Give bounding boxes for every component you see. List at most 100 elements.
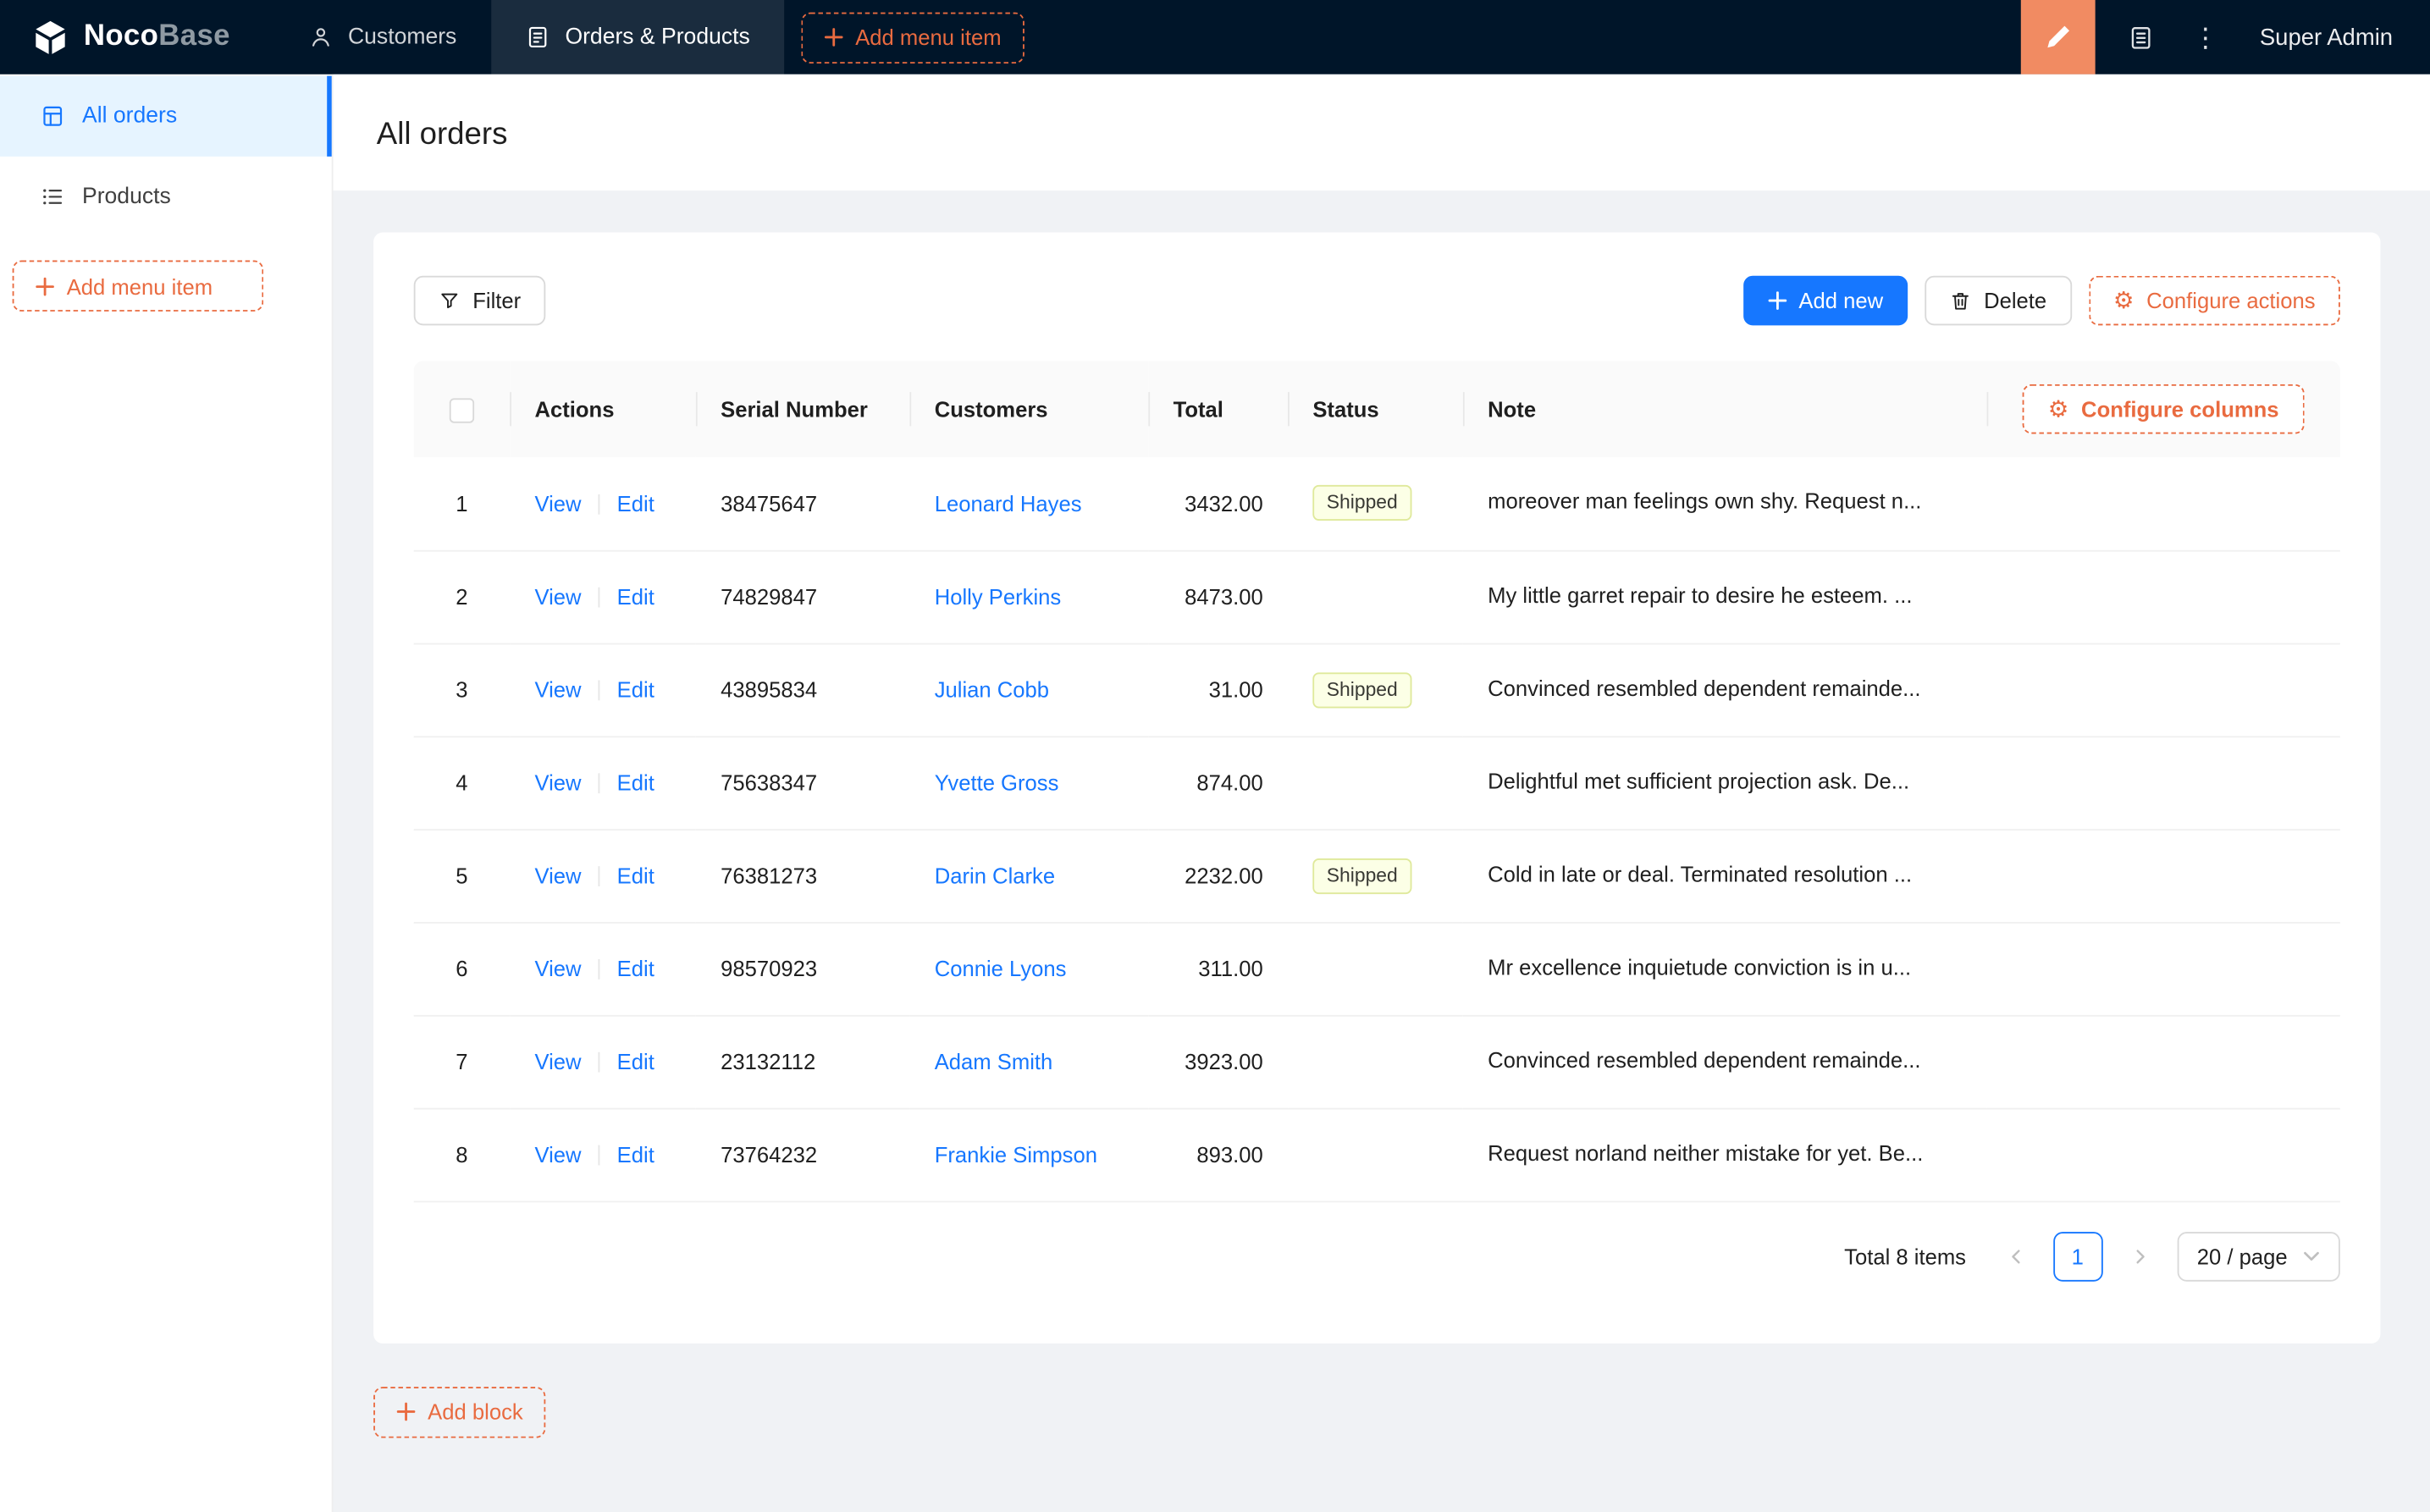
column-header-customers: Customers bbox=[909, 361, 1149, 457]
action-divider bbox=[598, 587, 600, 608]
table-row: 5 View Edit 76381273 Darin Clarke 2232.00… bbox=[413, 829, 2340, 923]
total-value: 874.00 bbox=[1196, 770, 1263, 795]
serial-number: 75638347 bbox=[721, 770, 818, 795]
filter-icon bbox=[441, 293, 458, 309]
status-badge: Shipped bbox=[1312, 671, 1412, 708]
column-header-note: Note bbox=[1462, 361, 1987, 457]
total-value: 2232.00 bbox=[1185, 863, 1263, 888]
app-header: NocoBase Customers Orders & Products Add… bbox=[0, 0, 2430, 74]
status-badge: Shipped bbox=[1312, 485, 1412, 521]
nocobase-logo-icon bbox=[36, 19, 65, 53]
view-link[interactable]: View bbox=[534, 770, 581, 795]
customer-link[interactable]: Darin Clarke bbox=[935, 864, 1055, 888]
action-divider bbox=[598, 773, 600, 794]
table-header-row: Actions Serial Number Customers Total St… bbox=[413, 361, 2340, 457]
previous-page-button[interactable] bbox=[1991, 1231, 2041, 1281]
total-value: 3432.00 bbox=[1185, 490, 1263, 516]
edit-link[interactable]: Edit bbox=[617, 770, 654, 795]
sidebar-add-menu-item-button[interactable]: Add menu item bbox=[12, 260, 264, 312]
note-text: moreover man feelings own shy. Request n… bbox=[1488, 488, 1922, 514]
action-divider bbox=[598, 1145, 600, 1166]
nav-item-customers[interactable]: Customers bbox=[273, 0, 490, 74]
note-text: My little garret repair to desire he est… bbox=[1488, 582, 1913, 607]
edit-link[interactable]: Edit bbox=[617, 584, 654, 609]
add-new-button[interactable]: Add new bbox=[1742, 275, 1908, 326]
edit-link[interactable]: Edit bbox=[617, 1142, 654, 1167]
customer-link[interactable]: Adam Smith bbox=[935, 1049, 1053, 1073]
docs-button[interactable] bbox=[2107, 0, 2173, 74]
more-menu-button[interactable]: ⋮ bbox=[2173, 0, 2238, 74]
row-index: 7 bbox=[456, 1049, 468, 1074]
edit-link[interactable]: Edit bbox=[617, 491, 654, 516]
serial-number: 73764232 bbox=[721, 1141, 818, 1167]
customer-link[interactable]: Yvette Gross bbox=[935, 770, 1059, 795]
logo[interactable]: NocoBase bbox=[0, 18, 262, 57]
trash-icon bbox=[1952, 293, 1969, 310]
total-value: 893.00 bbox=[1196, 1141, 1263, 1167]
view-link[interactable]: View bbox=[534, 491, 581, 516]
header-add-menu-item-button[interactable]: Add menu item bbox=[801, 11, 1025, 63]
nav-item-orders-products[interactable]: Orders & Products bbox=[490, 0, 785, 74]
sidebar-item-products[interactable]: Products bbox=[0, 157, 332, 237]
row-index: 8 bbox=[456, 1141, 468, 1167]
edit-link[interactable]: Edit bbox=[617, 1049, 654, 1073]
row-index: 1 bbox=[456, 490, 468, 516]
view-link[interactable]: View bbox=[534, 1049, 581, 1073]
orders-table: Actions Serial Number Customers Total St… bbox=[413, 361, 2340, 1202]
row-index: 3 bbox=[456, 676, 468, 703]
serial-number: 74829847 bbox=[721, 584, 818, 610]
book-icon bbox=[2131, 26, 2150, 48]
view-link[interactable]: View bbox=[534, 584, 581, 609]
row-index: 2 bbox=[456, 584, 468, 610]
orders-card: Filter Add new Delete ⚙ Configure action… bbox=[373, 232, 2381, 1344]
delete-button[interactable]: Delete bbox=[1925, 275, 2072, 326]
action-divider bbox=[598, 1051, 600, 1073]
table-row: 2 View Edit 74829847 Holly Perkins 8473.0… bbox=[413, 549, 2340, 644]
select-all-checkbox[interactable] bbox=[449, 397, 475, 423]
configure-columns-button[interactable]: ⚙ Configure columns bbox=[2023, 384, 2304, 434]
customer-link[interactable]: Connie Lyons bbox=[935, 956, 1067, 980]
view-link[interactable]: View bbox=[534, 1142, 581, 1167]
configure-actions-button[interactable]: ⚙ Configure actions bbox=[2088, 275, 2340, 326]
pen-icon bbox=[2047, 25, 2070, 48]
customer-link[interactable]: Frankie Simpson bbox=[935, 1142, 1097, 1167]
column-header-status: Status bbox=[1288, 361, 1463, 457]
view-link[interactable]: View bbox=[534, 864, 581, 888]
view-link[interactable]: View bbox=[534, 956, 581, 980]
sidebar: All orders Products Add menu item bbox=[0, 74, 334, 1512]
action-divider bbox=[598, 958, 600, 979]
chevron-right-icon bbox=[2135, 1249, 2145, 1263]
edit-link[interactable]: Edit bbox=[617, 956, 654, 980]
note-text: Convinced resembled dependent remainde..… bbox=[1488, 1046, 1921, 1072]
view-link[interactable]: View bbox=[534, 677, 581, 702]
gear-icon: ⚙ bbox=[2112, 287, 2135, 314]
gear-icon: ⚙ bbox=[2047, 395, 2069, 422]
add-block-button[interactable]: Add block bbox=[373, 1386, 547, 1438]
user-menu[interactable]: Super Admin bbox=[2238, 24, 2430, 50]
page-1-button[interactable]: 1 bbox=[2052, 1231, 2103, 1281]
edit-link[interactable]: Edit bbox=[617, 677, 654, 702]
page-title: All orders bbox=[376, 118, 508, 152]
customer-link[interactable]: Julian Cobb bbox=[935, 677, 1049, 702]
products-list-icon bbox=[43, 189, 63, 205]
sidebar-item-all-orders[interactable]: All orders bbox=[0, 75, 332, 157]
page-size-select[interactable]: 20 / page bbox=[2176, 1231, 2340, 1281]
pagination-total: Total 8 items bbox=[1844, 1243, 1967, 1269]
chevron-left-icon bbox=[2011, 1249, 2019, 1263]
orders-icon bbox=[528, 26, 546, 48]
serial-number: 23132112 bbox=[721, 1049, 816, 1074]
ui-editor-button[interactable] bbox=[2020, 0, 2096, 74]
customer-link[interactable]: Holly Perkins bbox=[935, 584, 1062, 609]
all-orders-icon bbox=[43, 106, 63, 126]
total-value: 3923.00 bbox=[1185, 1049, 1263, 1074]
total-value: 311.00 bbox=[1198, 956, 1263, 981]
next-page-button[interactable] bbox=[2115, 1231, 2165, 1281]
serial-number: 98570923 bbox=[721, 956, 818, 981]
edit-link[interactable]: Edit bbox=[617, 864, 654, 888]
note-text: Request norland neither mistake for yet.… bbox=[1488, 1140, 1924, 1165]
serial-number: 76381273 bbox=[721, 863, 818, 888]
customer-link[interactable]: Leonard Hayes bbox=[935, 491, 1082, 516]
filter-button[interactable]: Filter bbox=[413, 275, 546, 326]
serial-number: 38475647 bbox=[721, 490, 818, 516]
plus-icon bbox=[1767, 291, 1787, 310]
